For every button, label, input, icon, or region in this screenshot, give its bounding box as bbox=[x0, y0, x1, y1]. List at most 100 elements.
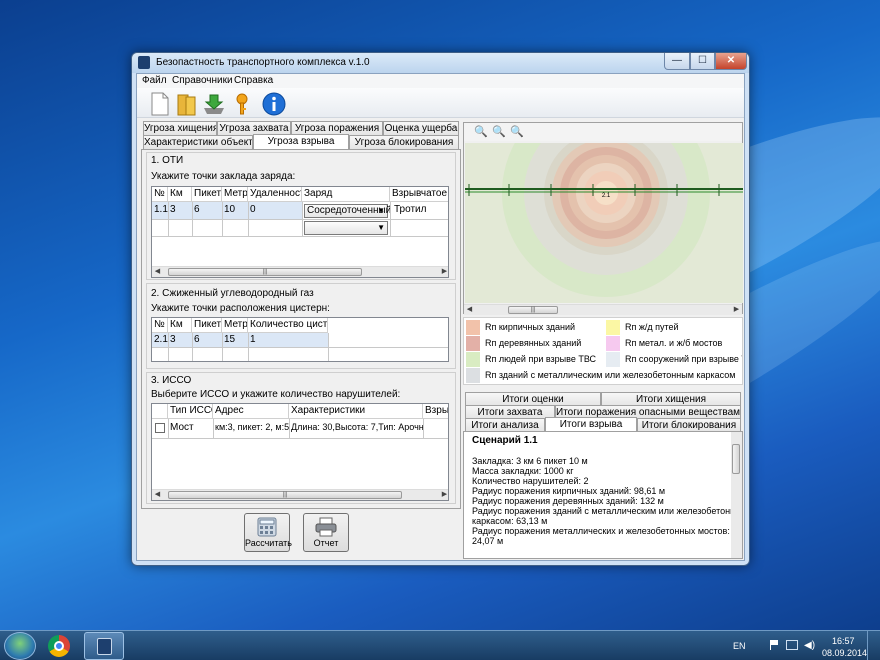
scroll-left-icon[interactable]: ◀ bbox=[464, 305, 475, 315]
title-bar[interactable]: Безопастность транспортного комплекса v.… bbox=[132, 53, 749, 73]
col-header[interactable]: Метр bbox=[222, 187, 248, 202]
zoom-in-icon[interactable]: 🔍 bbox=[474, 125, 488, 138]
cell-no[interactable]: 2.1 bbox=[152, 334, 168, 345]
cell-metr[interactable]: 10 bbox=[222, 204, 248, 215]
scroll-left-icon[interactable]: ◀ bbox=[152, 490, 163, 500]
folder-icon[interactable] bbox=[173, 91, 199, 117]
close-button[interactable]: ✕ bbox=[715, 53, 747, 70]
map-point-label[interactable]: 2.1 bbox=[602, 193, 611, 199]
isso-row-checkbox[interactable] bbox=[155, 423, 165, 433]
col-header[interactable]: Взрывчатое ве bbox=[390, 187, 448, 202]
col-header[interactable]: Пикет bbox=[192, 187, 222, 202]
language-indicator[interactable]: EN bbox=[733, 641, 746, 651]
new-document-icon[interactable] bbox=[147, 91, 173, 117]
toolbar bbox=[137, 88, 744, 118]
minimize-button[interactable]: — bbox=[664, 53, 690, 70]
cell-km[interactable]: 3 bbox=[168, 334, 192, 345]
maximize-button[interactable]: ☐ bbox=[690, 53, 715, 70]
scroll-left-icon[interactable]: ◀ bbox=[152, 267, 163, 277]
results-vertical-scrollbar[interactable] bbox=[731, 432, 742, 558]
isso-subtitle: Выберите ИССО и укажите количество наруш… bbox=[151, 389, 401, 400]
tab-theft[interactable]: Угроза хищения bbox=[143, 121, 217, 135]
zoom-fit-icon[interactable]: 🔍 bbox=[510, 125, 524, 138]
flag-icon[interactable] bbox=[770, 640, 779, 650]
tab-results-theft[interactable]: Итоги хищения bbox=[601, 392, 741, 406]
cell-metr[interactable]: 15 bbox=[222, 334, 248, 345]
col-header[interactable] bbox=[152, 404, 168, 419]
blast-radius-map[interactable]: 2.1 bbox=[465, 143, 743, 303]
cell-isso-type[interactable]: Мост bbox=[168, 422, 213, 433]
scroll-right-icon[interactable]: ▶ bbox=[439, 490, 448, 500]
cell-piket[interactable]: 6 bbox=[192, 204, 222, 215]
oti-horizontal-scrollbar[interactable]: ◀ ||| ▶ bbox=[152, 266, 448, 277]
col-header[interactable]: Пикет bbox=[192, 318, 222, 333]
tab-results-assessment[interactable]: Итоги оценки bbox=[465, 392, 601, 406]
menu-file[interactable]: Файл bbox=[142, 75, 167, 86]
tab-loss-estimate[interactable]: Оценка ущерба bbox=[383, 121, 459, 135]
tab-damage[interactable]: Угроза поражения bbox=[291, 121, 383, 135]
scroll-thumb[interactable]: ||| bbox=[168, 491, 402, 499]
tab-capture[interactable]: Угроза захвата bbox=[217, 121, 291, 135]
legend-label: Rп сооружений при взрыве ТВС bbox=[625, 354, 742, 364]
report-button[interactable]: Отчет bbox=[303, 513, 349, 552]
download-icon[interactable] bbox=[201, 91, 227, 117]
calculator-icon bbox=[257, 517, 277, 537]
col-header[interactable]: Км bbox=[168, 187, 192, 202]
tab-object-characteristics[interactable]: Характеристики объекта bbox=[143, 135, 253, 149]
app-taskbar-button[interactable] bbox=[84, 632, 124, 660]
scroll-thumb[interactable] bbox=[732, 444, 740, 474]
legend-item: Rп ж/д путей bbox=[606, 320, 742, 335]
empty-charge-select[interactable]: ▼ bbox=[304, 221, 388, 235]
cell-no[interactable]: 1.1 bbox=[152, 204, 168, 215]
zoom-out-icon[interactable]: 🔍 bbox=[492, 125, 506, 138]
col-header[interactable]: Характеристики bbox=[289, 404, 423, 419]
col-header[interactable]: Заряд bbox=[302, 187, 390, 202]
scroll-right-icon[interactable]: ▶ bbox=[439, 267, 448, 277]
tab-results-analysis[interactable]: Итоги анализа bbox=[465, 418, 545, 432]
legend-label: Rп людей при взрыве ТВС bbox=[485, 354, 597, 364]
info-icon[interactable] bbox=[261, 91, 287, 117]
scroll-thumb[interactable]: ||| bbox=[508, 306, 558, 314]
start-button[interactable] bbox=[4, 632, 36, 660]
network-icon[interactable] bbox=[786, 640, 798, 650]
col-header[interactable]: Количество цистер bbox=[248, 318, 328, 333]
col-header[interactable]: Адрес bbox=[213, 404, 289, 419]
tab-results-capture[interactable]: Итоги захвата bbox=[465, 405, 555, 419]
isso-horizontal-scrollbar[interactable]: ◀ ||| ▶ bbox=[152, 489, 448, 500]
cell-km[interactable]: 3 bbox=[168, 204, 192, 215]
key-icon[interactable] bbox=[229, 91, 255, 117]
col-header[interactable]: № bbox=[152, 318, 168, 333]
menu-directories[interactable]: Справочники bbox=[172, 75, 233, 86]
clock-date[interactable]: 08.09.2014 bbox=[822, 648, 867, 658]
col-header[interactable]: Км bbox=[168, 318, 192, 333]
volume-icon[interactable]: ◀) bbox=[804, 640, 815, 651]
charge-select[interactable]: Сосредоточенный ▼ bbox=[304, 204, 391, 218]
cell-address[interactable]: км:3, пикет: 2, м:50 bbox=[213, 422, 289, 432]
map-canvas[interactable]: 2.1 bbox=[465, 143, 743, 303]
col-header[interactable]: Взрыв bbox=[423, 404, 448, 419]
explosion-panel: 1. ОТИ Укажите точки заклада заряда: № К… bbox=[141, 149, 461, 509]
tab-results-blocking[interactable]: Итоги блокирования bbox=[637, 418, 741, 432]
cell-piket[interactable]: 6 bbox=[192, 334, 222, 345]
cell-characteristics[interactable]: Длина: 30,Высота: 7,Тип: Арочный bbox=[289, 422, 423, 432]
tab-results-explosion[interactable]: Итоги взрыва bbox=[545, 417, 637, 432]
cell-count[interactable]: 1 bbox=[248, 334, 328, 345]
col-header[interactable]: Тип ИССО bbox=[168, 404, 213, 419]
calculate-button[interactable]: Рассчитать bbox=[244, 513, 292, 552]
cell-distance[interactable]: 0 bbox=[248, 204, 302, 215]
col-header[interactable]: Метр bbox=[222, 318, 248, 333]
tab-explosion[interactable]: Угроза взрыва bbox=[253, 134, 349, 149]
dropdown-arrow-icon: ▼ bbox=[377, 223, 385, 232]
col-header[interactable]: № bbox=[152, 187, 168, 202]
col-header[interactable]: Удаленность bbox=[248, 187, 302, 202]
scroll-right-icon[interactable]: ▶ bbox=[731, 305, 742, 315]
show-desktop-button[interactable] bbox=[867, 631, 880, 660]
cell-explosive[interactable]: Тротил bbox=[392, 204, 448, 215]
menu-help[interactable]: Справка bbox=[234, 75, 273, 86]
results-line: Радиус поражения кирпичных зданий: 98,61… bbox=[472, 486, 666, 496]
tab-blocking[interactable]: Угроза блокирования bbox=[349, 135, 459, 149]
clock-time[interactable]: 16:57 bbox=[832, 636, 855, 646]
chrome-taskbar-icon[interactable] bbox=[48, 635, 70, 657]
scroll-thumb[interactable]: ||| bbox=[168, 268, 362, 276]
map-horizontal-scrollbar[interactable]: ◀ ||| ▶ bbox=[464, 304, 742, 315]
